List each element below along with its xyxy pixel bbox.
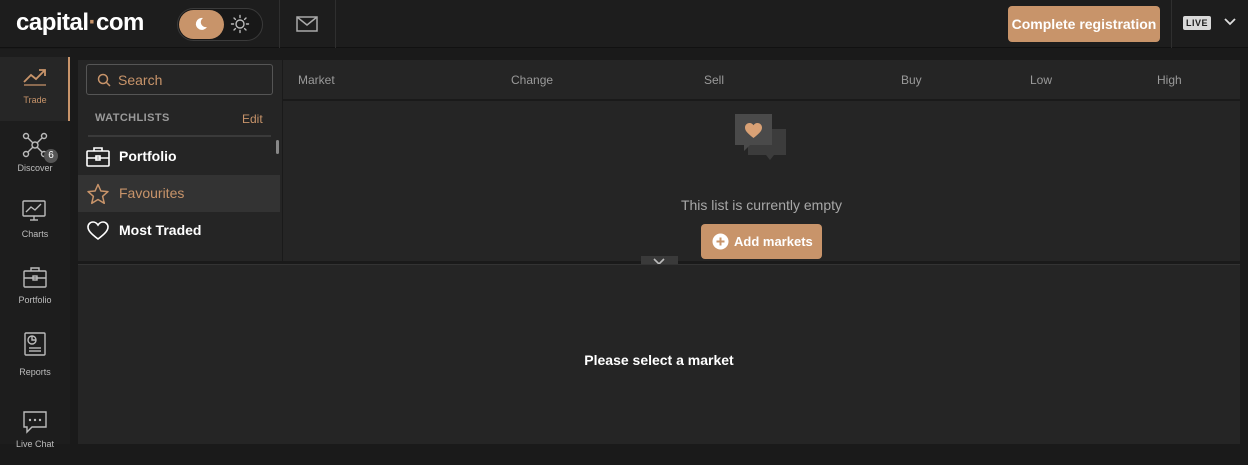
chevron-down-icon[interactable] (1224, 17, 1236, 27)
briefcase-icon (86, 147, 110, 167)
edit-watchlists-link[interactable]: Edit (242, 112, 263, 126)
divider (1171, 0, 1172, 48)
sun-icon[interactable] (230, 14, 250, 34)
heart-icon (87, 221, 109, 241)
theme-toggle-knob (179, 10, 224, 39)
account-type-badge[interactable]: LIVE (1183, 16, 1212, 30)
column-header-sell[interactable]: Sell (704, 73, 724, 87)
divider (335, 0, 336, 48)
briefcase-icon (23, 267, 47, 288)
report-icon (24, 332, 46, 356)
nav-label: Trade (23, 95, 47, 105)
nav-item-charts[interactable]: Charts (0, 191, 70, 255)
empty-chat-heart-icon (735, 114, 786, 160)
watchlist-item-label: Most Traded (119, 222, 202, 238)
chart-monitor-icon (22, 200, 46, 221)
mail-icon[interactable] (296, 16, 318, 32)
star-icon (87, 183, 109, 205)
watchlist-item-favourites[interactable]: Favourites (78, 175, 280, 212)
divider (88, 135, 271, 137)
add-markets-button[interactable]: Add markets (701, 224, 822, 259)
nav-label: Live Chat (15, 439, 55, 449)
watchlist-item-label: Favourites (119, 185, 185, 201)
nav-item-discover[interactable]: Discover (0, 125, 70, 189)
nav-label: Reports (19, 367, 51, 377)
nav-item-live-chat[interactable]: Live Chat (0, 401, 70, 465)
moon-icon (195, 17, 207, 30)
nav-item-portfolio[interactable]: Portfolio (0, 257, 70, 321)
column-header-buy[interactable]: Buy (901, 73, 922, 87)
search-input[interactable] (86, 64, 273, 95)
nav-item-reports[interactable]: Reports (0, 323, 70, 387)
nav-label: Discover (17, 163, 53, 173)
market-detail-panel: Please select a market (78, 264, 1240, 444)
divider (279, 0, 280, 48)
column-header-change[interactable]: Change (511, 73, 553, 87)
add-markets-label: Add markets (734, 234, 813, 249)
plus-circle-icon (712, 233, 729, 250)
charts-count-badge: 6 (44, 149, 58, 163)
search-placeholder: Search (118, 72, 163, 88)
watchlist-item-portfolio[interactable]: Portfolio (78, 138, 280, 175)
nav-label: Charts (21, 229, 49, 239)
column-header-market[interactable]: Market (298, 73, 335, 87)
theme-toggle[interactable] (177, 8, 263, 41)
chat-icon (23, 411, 47, 434)
watchlists-heading: WATCHLISTS (95, 112, 170, 124)
select-market-message: Please select a market (584, 352, 734, 368)
watchlist-item-most-traded[interactable]: Most Traded (78, 212, 280, 249)
market-table-header (283, 60, 1240, 100)
search-icon (97, 73, 111, 87)
left-nav: Trade Discover Charts Portfolio Reports … (0, 49, 70, 449)
empty-list-message: This list is currently empty (680, 197, 843, 213)
capital-com-logo[interactable]: capital·com (16, 9, 144, 37)
watchlist-item-label: Portfolio (119, 148, 177, 164)
nav-item-trade[interactable]: Trade (0, 57, 70, 121)
column-header-low[interactable]: Low (1030, 73, 1052, 87)
nav-label: Portfolio (18, 295, 52, 305)
complete-registration-button[interactable]: Complete registration (1008, 6, 1160, 42)
column-header-high[interactable]: High (1157, 73, 1182, 87)
trend-line-icon (23, 69, 46, 86)
